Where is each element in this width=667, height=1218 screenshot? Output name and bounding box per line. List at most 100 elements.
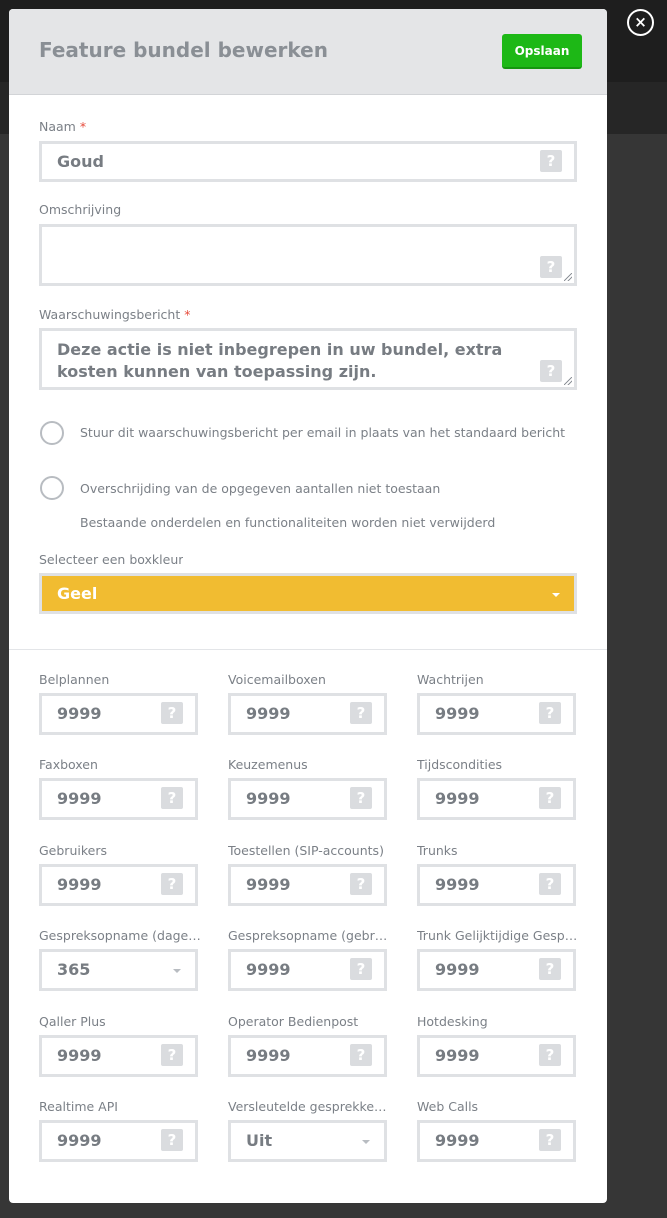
limit-17-value: 9999 (435, 1131, 480, 1150)
warning-label-text: Waarschuwingsbericht (39, 307, 181, 322)
limit-3-value: 9999 (57, 789, 102, 808)
help-icon[interactable]: ? (350, 787, 372, 809)
limit-16-select[interactable]: Uit (228, 1120, 387, 1162)
limit-15-label: Realtime API (39, 1099, 118, 1114)
limit-11-label: Trunk Gelijktijdige Gespr… (417, 928, 579, 943)
resize-grip-icon[interactable] (564, 273, 572, 281)
limit-14-value: 9999 (435, 1046, 480, 1065)
limit-13-label: Operator Bedienpost (228, 1014, 359, 1029)
box-color-label: Selecteer een boxkleur (39, 552, 184, 567)
limit-17-label: Web Calls (417, 1099, 479, 1114)
help-icon[interactable]: ? (350, 1044, 372, 1066)
warning-label: Waarschuwingsbericht * (39, 307, 190, 322)
name-label-text: Naam (39, 119, 76, 134)
limit-9-select[interactable]: 365 (39, 949, 198, 991)
help-icon[interactable]: ? (540, 150, 562, 172)
limit-12-value: 9999 (57, 1046, 102, 1065)
limit-6-input[interactable]: 9999? (39, 864, 198, 906)
description-textarea[interactable]: ? (39, 224, 577, 286)
limit-0-input[interactable]: 9999? (39, 693, 198, 735)
limit-1-value: 9999 (246, 704, 291, 723)
box-color-select[interactable]: Geel (39, 573, 577, 614)
limit-7-value: 9999 (246, 875, 291, 894)
help-icon[interactable]: ? (539, 1129, 561, 1151)
email-warning-radio[interactable] (40, 421, 64, 445)
chevron-down-icon (173, 969, 181, 973)
limit-2-input[interactable]: 9999? (417, 693, 576, 735)
help-icon[interactable]: ? (161, 1129, 183, 1151)
limit-9-value: 365 (57, 960, 91, 979)
close-icon: × (634, 13, 647, 31)
help-icon[interactable]: ? (161, 873, 183, 895)
limit-5-input[interactable]: 9999? (417, 778, 576, 820)
limit-8-value: 9999 (435, 875, 480, 894)
save-button[interactable]: Opslaan (502, 34, 582, 69)
limit-15-input[interactable]: 9999? (39, 1120, 198, 1162)
help-icon[interactable]: ? (539, 787, 561, 809)
name-input[interactable]: Goud ? (39, 141, 577, 182)
help-icon[interactable]: ? (350, 958, 372, 980)
description-label: Omschrijving (39, 202, 122, 217)
chevron-down-icon (552, 593, 560, 597)
limit-12-label: Qaller Plus (39, 1014, 106, 1029)
warning-textarea[interactable]: Deze actie is niet inbegrepen in uw bund… (39, 328, 577, 390)
limit-overrun-note: Bestaande onderdelen en functionaliteite… (80, 515, 496, 530)
box-color-value: Geel (57, 584, 98, 603)
limit-4-label: Keuzemenus (228, 757, 308, 772)
limit-7-input[interactable]: 9999? (228, 864, 387, 906)
name-label: Naam * (39, 119, 86, 134)
limit-4-value: 9999 (246, 789, 291, 808)
limit-6-label: Gebruikers (39, 843, 107, 858)
limit-4-input[interactable]: 9999? (228, 778, 387, 820)
limit-11-value: 9999 (435, 960, 480, 979)
limit-12-input[interactable]: 9999? (39, 1035, 198, 1077)
limit-8-input[interactable]: 9999? (417, 864, 576, 906)
limit-2-label: Wachtrijen (417, 672, 484, 687)
help-icon[interactable]: ? (350, 702, 372, 724)
help-icon[interactable]: ? (161, 787, 183, 809)
chevron-down-icon (362, 1140, 370, 1144)
help-icon[interactable]: ? (540, 256, 562, 278)
help-icon[interactable]: ? (539, 702, 561, 724)
limit-0-label: Belplannen (39, 672, 110, 687)
limit-10-input[interactable]: 9999? (228, 949, 387, 991)
limit-3-label: Faxboxen (39, 757, 98, 772)
help-icon[interactable]: ? (539, 958, 561, 980)
limit-5-label: Tijdscondities (417, 757, 503, 772)
close-button[interactable]: × (627, 9, 654, 36)
help-icon[interactable]: ? (540, 360, 562, 382)
edit-bundle-modal: Feature bundel bewerken Opslaan Naam * G… (9, 9, 607, 1203)
resize-grip-icon[interactable] (564, 377, 572, 385)
limit-9-label: Gespreksopname (dage… (39, 928, 201, 943)
help-icon[interactable]: ? (539, 1044, 561, 1066)
limit-13-value: 9999 (246, 1046, 291, 1065)
limit-5-value: 9999 (435, 789, 480, 808)
help-icon[interactable]: ? (161, 702, 183, 724)
limit-15-value: 9999 (57, 1131, 102, 1150)
limit-overrun-label: Overschrijding van de opgegeven aantalle… (80, 481, 441, 496)
section-divider (9, 649, 607, 650)
limit-10-value: 9999 (246, 960, 291, 979)
modal-header: Feature bundel bewerken Opslaan (9, 9, 607, 95)
limit-3-input[interactable]: 9999? (39, 778, 198, 820)
limit-17-input[interactable]: 9999? (417, 1120, 576, 1162)
limit-1-input[interactable]: 9999? (228, 693, 387, 735)
limit-7-label: Toestellen (SIP-accounts) (228, 843, 384, 858)
limit-14-input[interactable]: 9999? (417, 1035, 576, 1077)
limit-16-label: Versleutelde gesprekken… (228, 1099, 390, 1114)
limit-16-value: Uit (246, 1131, 273, 1150)
help-icon[interactable]: ? (539, 873, 561, 895)
limit-2-value: 9999 (435, 704, 480, 723)
modal-title: Feature bundel bewerken (39, 38, 328, 62)
limit-8-label: Trunks (417, 843, 458, 858)
limit-overrun-radio[interactable] (40, 476, 64, 500)
limit-11-input[interactable]: 9999? (417, 949, 576, 991)
warning-value: Deze actie is niet inbegrepen in uw bund… (57, 340, 503, 381)
limit-1-label: Voicemailboxen (228, 672, 326, 687)
name-value: Goud (57, 152, 104, 171)
help-icon[interactable]: ? (161, 1044, 183, 1066)
help-icon[interactable]: ? (350, 873, 372, 895)
limit-13-input[interactable]: 9999? (228, 1035, 387, 1077)
required-mark: * (79, 119, 87, 134)
email-warning-label: Stuur dit waarschuwingsbericht per email… (80, 425, 566, 440)
